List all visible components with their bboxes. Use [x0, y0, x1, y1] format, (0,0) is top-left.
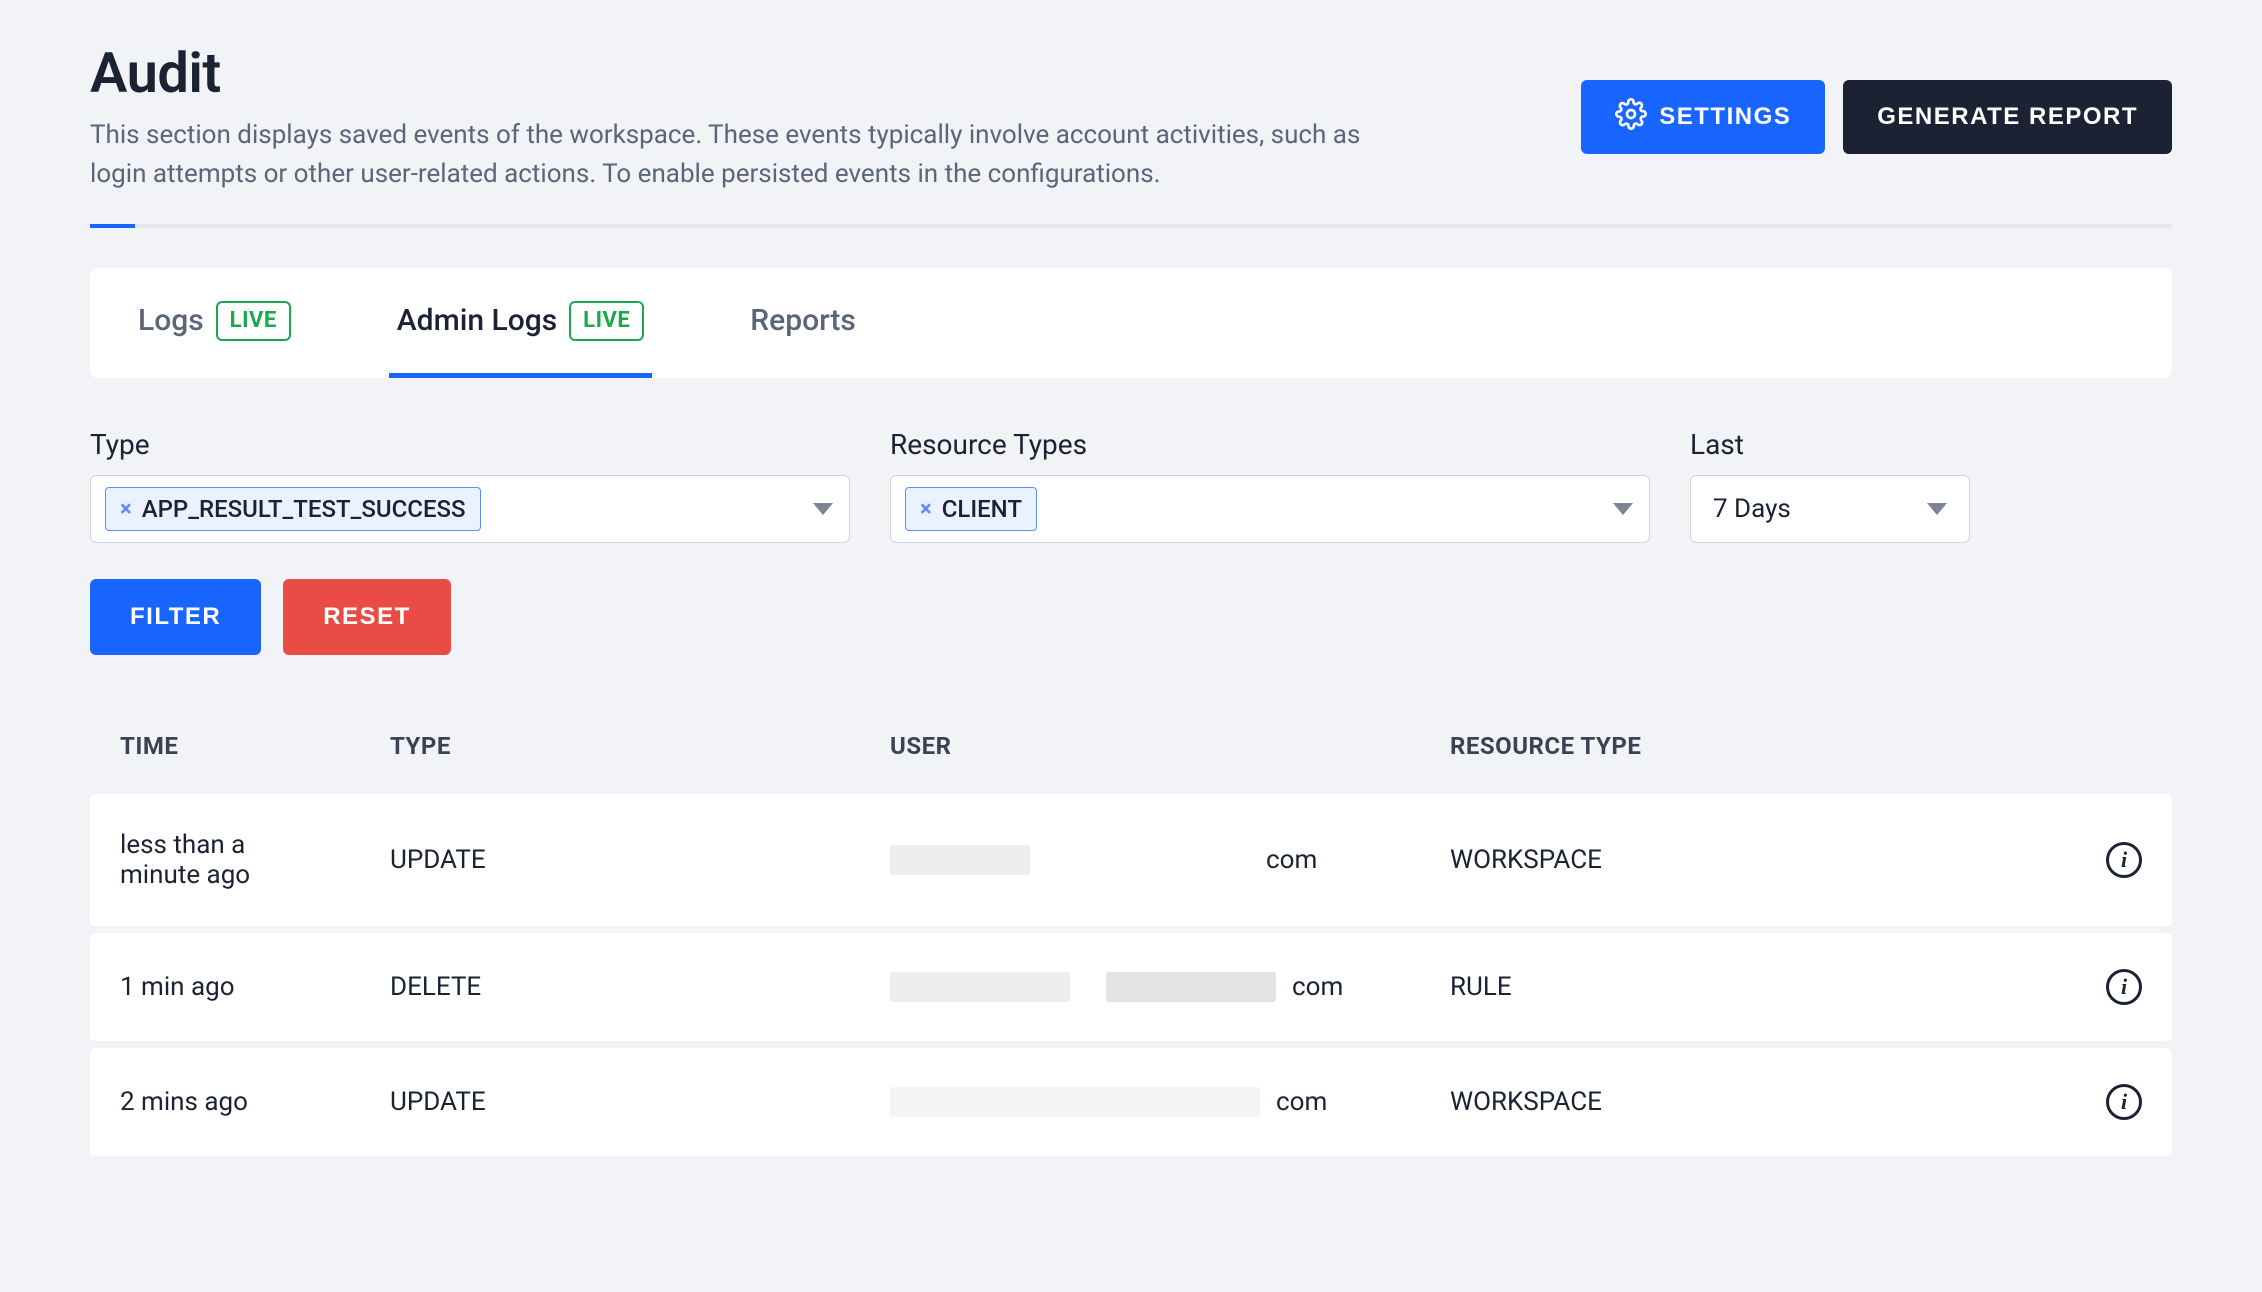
cell-actions: i: [2076, 1048, 2172, 1159]
chevron-down-icon: [813, 503, 833, 515]
cell-user: com: [860, 933, 1420, 1044]
chip-remove-icon[interactable]: ×: [120, 497, 132, 522]
progress-fill: [90, 224, 135, 228]
info-icon[interactable]: i: [2106, 842, 2142, 878]
table-row: 2 mins ago UPDATE com WORKSPACE i: [90, 1048, 2172, 1159]
cell-user: com: [860, 794, 1420, 929]
col-header-type: TYPE: [360, 714, 860, 790]
filter-type-label: Type: [90, 428, 850, 461]
col-header-time: TIME: [90, 714, 360, 790]
table-row: 1 min ago DELETE com RULE i: [90, 933, 2172, 1044]
table-header-row: TIME TYPE USER RESOURCE TYPE: [90, 714, 2172, 790]
cell-type: UPDATE: [360, 794, 860, 929]
filter-last-col: Last 7 Days: [1690, 428, 1970, 543]
chip-label: CLIENT: [942, 495, 1022, 523]
settings-button[interactable]: SETTINGS: [1581, 80, 1825, 154]
chevron-down-icon: [1927, 503, 1947, 515]
redacted-block: [890, 1087, 1260, 1117]
reset-button-label: RESET: [323, 603, 411, 631]
filter-button[interactable]: FILTER: [90, 579, 261, 655]
live-badge: LIVE: [569, 301, 644, 341]
user-suffix: com: [1292, 972, 1343, 1002]
info-icon[interactable]: i: [2106, 969, 2142, 1005]
tab-reports[interactable]: Reports: [742, 268, 864, 378]
filter-actions: FILTER RESET: [90, 579, 2172, 655]
cell-time: 2 mins ago: [90, 1048, 360, 1159]
redacted-block: [890, 845, 1030, 875]
filter-row: Type × APP_RESULT_TEST_SUCCESS Resource …: [90, 428, 2172, 543]
reset-button[interactable]: RESET: [283, 579, 451, 655]
page-title: Audit: [90, 40, 1390, 106]
chevron-down-icon: [1613, 503, 1633, 515]
redacted-block: [1106, 972, 1276, 1002]
redacted-block: [890, 972, 1070, 1002]
live-badge: LIVE: [216, 301, 291, 341]
info-icon[interactable]: i: [2106, 1084, 2142, 1120]
last-value: 7 Days: [1713, 494, 1791, 524]
tab-bar: Logs LIVE Admin Logs LIVE Reports: [90, 268, 2172, 378]
cell-actions: i: [2076, 794, 2172, 929]
chip-label: APP_RESULT_TEST_SUCCESS: [142, 495, 466, 523]
filter-type-col: Type × APP_RESULT_TEST_SUCCESS: [90, 428, 850, 543]
tab-label: Reports: [750, 303, 856, 338]
tab-admin-logs[interactable]: Admin Logs LIVE: [389, 268, 653, 378]
table-row: less than a minute ago UPDATE com WORKSP…: [90, 794, 2172, 929]
user-suffix: com: [1276, 1087, 1327, 1117]
audit-table: TIME TYPE USER RESOURCE TYPE less than a…: [90, 710, 2172, 1163]
col-header-resource-type: RESOURCE TYPE: [1420, 714, 2076, 790]
filter-last-label: Last: [1690, 428, 1970, 461]
progress-line: [90, 224, 2172, 228]
generate-report-label: GENERATE REPORT: [1877, 103, 2138, 131]
filter-resource-label: Resource Types: [890, 428, 1650, 461]
col-header-user: USER: [860, 714, 1420, 790]
filter-button-label: FILTER: [130, 603, 221, 631]
tab-label: Logs: [138, 303, 204, 338]
type-select[interactable]: × APP_RESULT_TEST_SUCCESS: [90, 475, 850, 543]
cell-resource-type: WORKSPACE: [1420, 794, 2076, 929]
last-select[interactable]: 7 Days: [1690, 475, 1970, 543]
page-description: This section displays saved events of th…: [90, 116, 1390, 194]
cell-type: UPDATE: [360, 1048, 860, 1159]
type-chips: × APP_RESULT_TEST_SUCCESS: [105, 487, 481, 531]
tab-label: Admin Logs: [397, 303, 557, 338]
chip-remove-icon[interactable]: ×: [920, 497, 932, 522]
cell-actions: i: [2076, 933, 2172, 1044]
tab-logs[interactable]: Logs LIVE: [130, 268, 299, 378]
resource-chip[interactable]: × CLIENT: [905, 487, 1037, 531]
cell-resource-type: WORKSPACE: [1420, 1048, 2076, 1159]
page-header: Audit This section displays saved events…: [90, 40, 2172, 194]
user-suffix: com: [1266, 845, 1317, 875]
cell-user: com: [860, 1048, 1420, 1159]
type-chip[interactable]: × APP_RESULT_TEST_SUCCESS: [105, 487, 481, 531]
cell-time: 1 min ago: [90, 933, 360, 1044]
resource-chips: × CLIENT: [905, 487, 1037, 531]
gear-icon: [1615, 98, 1647, 137]
col-header-actions: [2076, 714, 2172, 790]
header-actions: SETTINGS GENERATE REPORT: [1581, 80, 2172, 154]
cell-type: DELETE: [360, 933, 860, 1044]
resource-select[interactable]: × CLIENT: [890, 475, 1650, 543]
settings-button-label: SETTINGS: [1659, 103, 1791, 131]
generate-report-button[interactable]: GENERATE REPORT: [1843, 80, 2172, 154]
header-left: Audit This section displays saved events…: [90, 40, 1390, 194]
cell-time: less than a minute ago: [90, 794, 360, 929]
filter-resource-col: Resource Types × CLIENT: [890, 428, 1650, 543]
cell-resource-type: RULE: [1420, 933, 2076, 1044]
